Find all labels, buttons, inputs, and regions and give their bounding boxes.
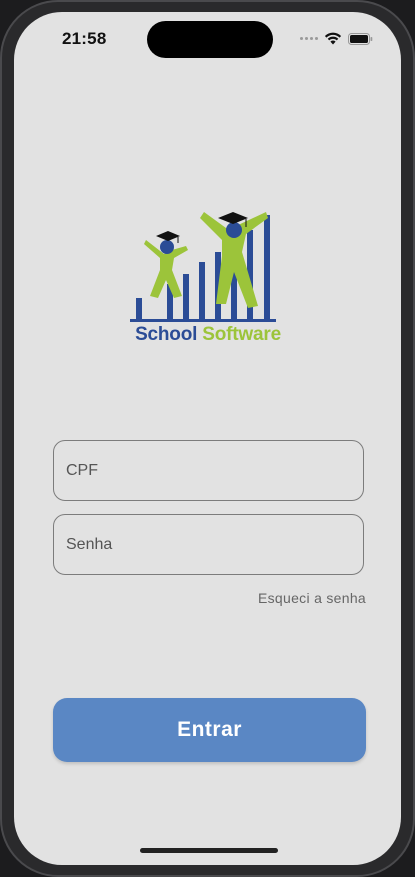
- logo-bar: [264, 215, 270, 322]
- dynamic-island: [147, 21, 273, 58]
- big-grad-cap-icon: [218, 212, 248, 224]
- status-bar: 21:58: [14, 12, 401, 66]
- home-indicator: [140, 848, 278, 853]
- status-icons: [300, 32, 373, 45]
- logo-bar: [199, 262, 205, 322]
- forgot-password-link[interactable]: Esqueci a senha: [258, 590, 366, 606]
- password-field[interactable]: [53, 514, 364, 575]
- status-time: 21:58: [62, 29, 107, 48]
- logo-word-software: Software: [202, 324, 281, 345]
- logo-bar: [183, 274, 189, 322]
- wifi-icon: [324, 32, 342, 45]
- logo-baseline: [130, 319, 276, 322]
- logo-word-school: School: [135, 324, 198, 345]
- school-software-logo: School Software: [126, 200, 290, 360]
- app-screen: 21:58 School Software CPF Esqueci a senh…: [14, 12, 401, 865]
- small-figure-head: [160, 240, 174, 254]
- cpf-field[interactable]: [53, 440, 364, 501]
- login-button[interactable]: Entrar: [53, 698, 366, 762]
- logo-wordmark: School Software: [126, 324, 290, 346]
- logo-bar: [136, 298, 142, 322]
- signal-dots-icon: [300, 37, 318, 40]
- small-grad-cap-icon: [156, 231, 180, 241]
- big-figure-head: [226, 222, 242, 238]
- logo-graphic: [130, 212, 276, 322]
- battery-icon: [348, 32, 373, 45]
